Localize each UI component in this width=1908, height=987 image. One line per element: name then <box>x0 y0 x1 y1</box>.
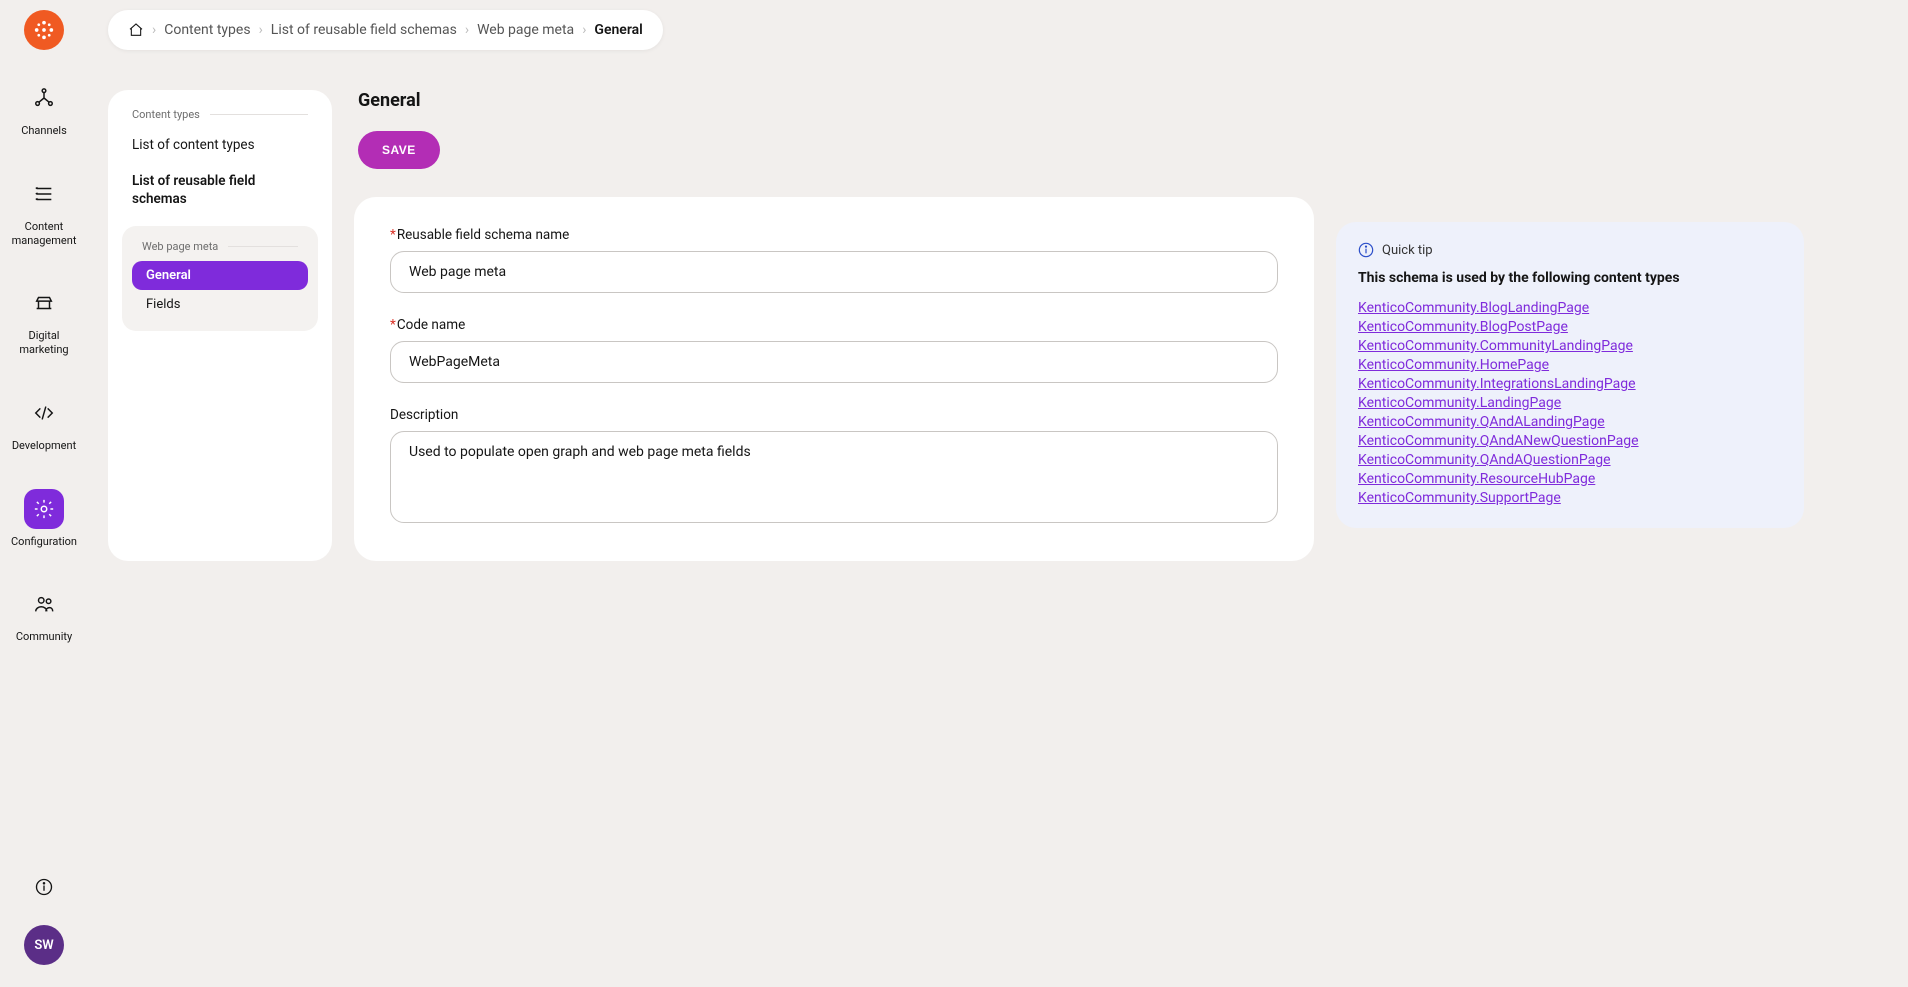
schema-name-label-text: Reusable field schema name <box>397 227 569 243</box>
side-item-list-content-types[interactable]: List of content types <box>122 129 318 161</box>
description-label: Description <box>390 407 1278 423</box>
chevron-right-icon: › <box>152 22 156 38</box>
form-card: *Reusable field schema name *Code name D… <box>354 197 1314 561</box>
page-title: General <box>358 90 1314 111</box>
side-sub-panel: Web page meta General Fields <box>122 226 318 331</box>
chevron-right-icon: › <box>582 22 586 38</box>
nav-item-digital-marketing[interactable]: Digital marketing <box>0 283 88 357</box>
left-nav: Channels Content management Digital mark… <box>0 0 88 987</box>
content-type-link[interactable]: KenticoCommunity.BlogLandingPage <box>1358 300 1782 316</box>
content-management-icon <box>24 174 64 214</box>
content-type-link[interactable]: KenticoCommunity.HomePage <box>1358 357 1782 373</box>
code-name-label: *Code name <box>390 317 1278 333</box>
nav-label: Channels <box>17 124 71 138</box>
side-section-label: Content types <box>122 108 318 121</box>
nav-item-configuration[interactable]: Configuration <box>0 489 88 549</box>
info-button[interactable] <box>28 871 60 903</box>
info-icon <box>35 878 53 896</box>
logo-icon <box>33 19 55 41</box>
nav-label: Development <box>8 439 80 453</box>
content-type-link[interactable]: KenticoCommunity.SupportPage <box>1358 490 1782 506</box>
breadcrumb-link[interactable]: List of reusable field schemas <box>271 22 457 38</box>
content-type-link[interactable]: KenticoCommunity.QAndAQuestionPage <box>1358 452 1782 468</box>
sub-item-fields[interactable]: Fields <box>132 290 308 319</box>
content-type-link[interactable]: KenticoCommunity.QAndANewQuestionPage <box>1358 433 1782 449</box>
digital-marketing-icon <box>24 283 64 323</box>
side-item-list-reusable-schemas[interactable]: List of reusable field schemas <box>122 165 318 215</box>
nav-label: Content management <box>8 220 81 248</box>
community-icon <box>24 584 64 624</box>
quick-tip-panel: Quick tip This schema is used by the fol… <box>1336 222 1804 528</box>
info-icon <box>1358 242 1374 258</box>
side-panel: Content types List of content types List… <box>108 90 332 561</box>
app-logo[interactable] <box>24 10 64 50</box>
nav-item-content-management[interactable]: Content management <box>0 174 88 248</box>
code-name-input[interactable] <box>390 341 1278 383</box>
content-type-link[interactable]: KenticoCommunity.BlogPostPage <box>1358 319 1782 335</box>
schema-name-input[interactable] <box>390 251 1278 293</box>
content-type-link[interactable]: KenticoCommunity.LandingPage <box>1358 395 1782 411</box>
breadcrumb-current: General <box>594 22 642 38</box>
nav-item-development[interactable]: Development <box>0 393 88 453</box>
channels-icon <box>24 78 64 118</box>
chevron-right-icon: › <box>259 22 263 38</box>
tip-header-text: Quick tip <box>1382 243 1433 258</box>
sub-panel-label: Web page meta <box>132 240 308 261</box>
breadcrumb: › Content types › List of reusable field… <box>108 10 663 50</box>
chevron-right-icon: › <box>465 22 469 38</box>
nav-item-community[interactable]: Community <box>0 584 88 644</box>
tip-title: This schema is used by the following con… <box>1358 270 1782 286</box>
configuration-icon <box>24 489 64 529</box>
content-type-link[interactable]: KenticoCommunity.ResourceHubPage <box>1358 471 1782 487</box>
description-input[interactable] <box>390 431 1278 523</box>
tip-links: KenticoCommunity.BlogLandingPage Kentico… <box>1358 300 1782 506</box>
breadcrumb-link[interactable]: Content types <box>164 22 250 38</box>
user-avatar[interactable]: SW <box>24 925 64 965</box>
nav-item-channels[interactable]: Channels <box>0 78 88 138</box>
nav-label: Community <box>12 630 76 644</box>
schema-name-label: *Reusable field schema name <box>390 227 1278 243</box>
content-type-link[interactable]: KenticoCommunity.IntegrationsLandingPage <box>1358 376 1782 392</box>
code-name-label-text: Code name <box>397 317 465 333</box>
content-type-link[interactable]: KenticoCommunity.CommunityLandingPage <box>1358 338 1782 354</box>
content-type-link[interactable]: KenticoCommunity.QAndALandingPage <box>1358 414 1782 430</box>
home-icon[interactable] <box>128 22 144 38</box>
development-icon <box>24 393 64 433</box>
breadcrumb-link[interactable]: Web page meta <box>477 22 574 38</box>
sub-item-general[interactable]: General <box>132 261 308 290</box>
nav-label: Configuration <box>7 535 81 549</box>
save-button[interactable]: SAVE <box>358 131 440 169</box>
nav-label: Digital marketing <box>15 329 72 357</box>
